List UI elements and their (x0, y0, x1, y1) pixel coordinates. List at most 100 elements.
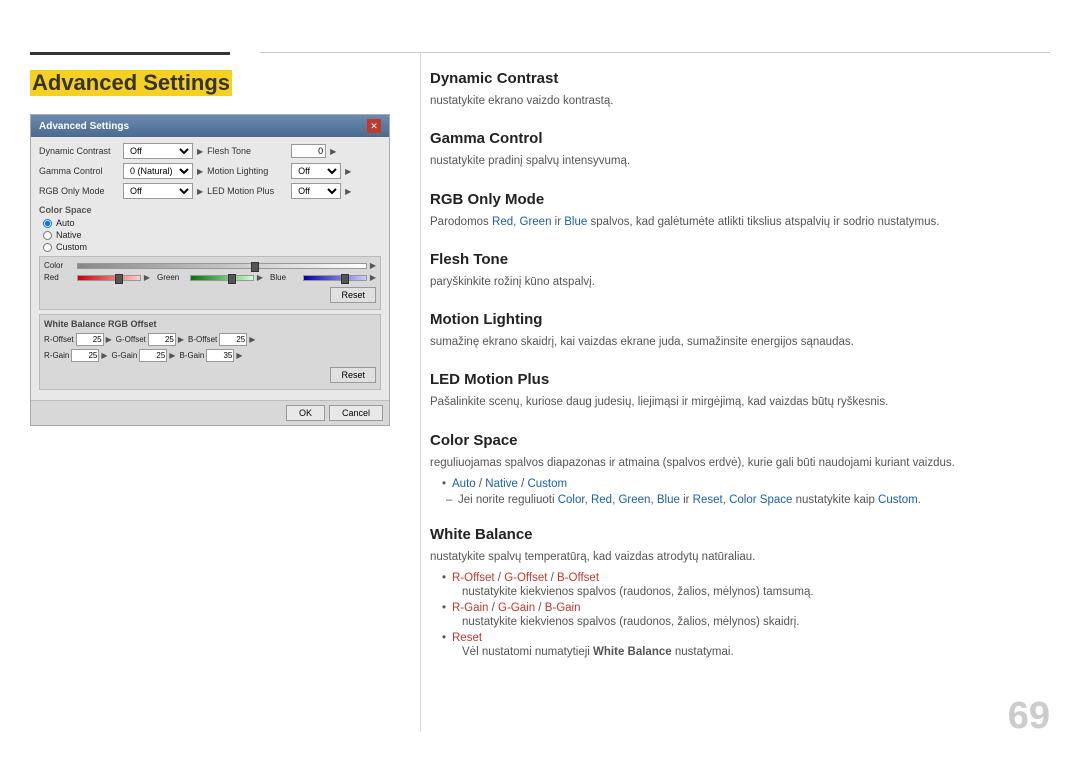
rgb-only-title: RGB Only Mode (430, 191, 1050, 208)
b-offset-label: B-Offset (188, 335, 217, 344)
blue-link2: Blue (657, 494, 680, 506)
rgb-only-label: RGB Only Mode (39, 186, 119, 196)
red-slider[interactable] (77, 275, 141, 281)
b-gain-input[interactable] (206, 349, 234, 362)
color-reset-button[interactable]: Reset (330, 287, 376, 303)
dynamic-contrast-label: Dynamic Contrast (39, 146, 119, 156)
radio-auto-label: Auto (56, 218, 75, 228)
color-space-dash: Jei norite reguliuoti Color, Red, Green,… (442, 494, 1050, 506)
top-line-left (30, 52, 230, 55)
page-title: Advanced Settings (30, 70, 232, 96)
g-gain-arrow: ▶ (169, 351, 175, 360)
gamma-arrow: ▶ (197, 167, 203, 176)
section-led-motion: LED Motion Plus Pašalinkite scenų, kurio… (430, 371, 1050, 411)
wb-offset-row: R-Offset ▶ G-Offset ▶ B-Offset ▶ (44, 333, 376, 346)
wb-reset-sub: Vėl nustatomi numatytieji White Balance … (462, 646, 1050, 658)
led-motion-select[interactable]: Off (291, 183, 341, 199)
color-slider-arrow: ▶ (370, 261, 376, 270)
page-number: 69 (1008, 695, 1050, 738)
wb-bullet-reset: Reset Vėl nustatomi numatytieji White Ba… (442, 632, 1050, 658)
cancel-button[interactable]: Cancel (329, 405, 383, 421)
color-space-radio-group: Auto Native Custom (43, 218, 381, 252)
section-dynamic-contrast: Dynamic Contrast nustatykite ekrano vaiz… (430, 70, 1050, 110)
gamma-select[interactable]: 0 (Natural) (123, 163, 193, 179)
rgb-sliders-row: Red ▶ Green ▶ Blue ▶ (44, 273, 376, 282)
color-sliders: Color ▶ Red ▶ Green ▶ (39, 256, 381, 310)
radio-custom-label: Custom (56, 242, 87, 252)
color-slider-row: Color ▶ (44, 261, 376, 270)
color-space-desc: reguliuojamas spalvos diapazonas ir atma… (430, 455, 1050, 472)
radio-native-label: Native (56, 230, 82, 240)
custom-link2: Custom (878, 494, 918, 506)
wb-bullet-offset: R-Offset / G-Offset / B-Offset nustatyki… (442, 572, 1050, 598)
r-gain-link: R-Gain (452, 602, 488, 614)
led-motion-title: LED Motion Plus (430, 371, 1050, 388)
color-link: Color (558, 494, 585, 506)
motion-lighting-select[interactable]: Off (291, 163, 341, 179)
section-motion-lighting: Motion Lighting sumažinę ekrano skaidrį,… (430, 311, 1050, 351)
blue-slider[interactable] (303, 275, 367, 281)
b-gain-link: B-Gain (545, 602, 581, 614)
left-panel: Advanced Settings Advanced Settings ✕ Dy… (30, 70, 420, 426)
auto-link: Auto (452, 478, 476, 490)
custom-link: Custom (527, 478, 567, 490)
flesh-tone-desc: paryškinkite rožinį kūno atspalvį. (430, 274, 1050, 291)
r-gain-field: R-Gain ▶ (44, 349, 108, 362)
g-gain-link: G-Gain (498, 602, 535, 614)
b-gain-label: B-Gain (179, 351, 204, 360)
blue-label: Blue (270, 273, 300, 282)
led-motion-label: LED Motion Plus (207, 186, 287, 196)
r-gain-label: R-Gain (44, 351, 69, 360)
arrow-icon: ▶ (197, 147, 203, 156)
flesh-tone-label: Flesh Tone (207, 146, 287, 156)
motion-lighting-desc: sumažinę ekrano skaidrį, kai vaizdas ekr… (430, 334, 1050, 351)
r-gain-input[interactable] (71, 349, 99, 362)
radio-custom-input[interactable] (43, 243, 52, 252)
g-offset-input[interactable] (148, 333, 176, 346)
radio-auto: Auto (43, 218, 381, 228)
b-offset-arrow: ▶ (249, 335, 255, 344)
motion-lighting-title: Motion Lighting (430, 311, 1050, 328)
section-rgb-only: RGB Only Mode Parodomos Red, Green ir Bl… (430, 191, 1050, 231)
flesh-tone-input[interactable] (291, 144, 326, 158)
red-link2: Red (591, 494, 612, 506)
r-offset-arrow: ▶ (106, 335, 112, 344)
rgb-only-select[interactable]: Off (123, 183, 193, 199)
dynamic-contrast-select[interactable]: Off (123, 143, 193, 159)
reset-link: Reset (693, 494, 723, 506)
radio-auto-input[interactable] (43, 219, 52, 228)
dialog-close-button[interactable]: ✕ (367, 119, 381, 133)
g-gain-input[interactable] (139, 349, 167, 362)
radio-custom: Custom (43, 242, 381, 252)
ok-button[interactable]: OK (286, 405, 325, 421)
wb-offset-sub: nustatykite kiekvienos spalvos (raudonos… (462, 586, 1050, 598)
dynamic-contrast-title: Dynamic Contrast (430, 70, 1050, 87)
color-space-section-header: Color Space (39, 205, 381, 215)
wb-reset-button[interactable]: Reset (330, 367, 376, 383)
section-flesh-tone: Flesh Tone paryškinkite rožinį kūno atsp… (430, 251, 1050, 291)
color-slider-track[interactable] (77, 263, 367, 269)
white-balance-bullets: R-Offset / G-Offset / B-Offset nustatyki… (442, 572, 1050, 658)
rgb-only-desc: Parodomos Red, Green ir Blue spalvos, ka… (430, 214, 1050, 231)
b-offset-field: B-Offset ▶ (188, 333, 255, 346)
color-space-bullets: Auto / Native / Custom Jei norite reguli… (442, 478, 1050, 506)
blue-thumb (341, 274, 349, 284)
green-link2: Green (618, 494, 650, 506)
dialog-row-gamma: Gamma Control 0 (Natural) ▶ Motion Light… (39, 163, 381, 179)
g-gain-field: G-Gain ▶ (112, 349, 176, 362)
g-offset-arrow: ▶ (178, 335, 184, 344)
b-offset-input[interactable] (219, 333, 247, 346)
r-gain-arrow: ▶ (101, 351, 107, 360)
r-offset-link: R-Offset (452, 572, 495, 584)
motion-lighting-label: Motion Lighting (207, 166, 287, 176)
white-balance-desc: nustatykite spalvų temperatūrą, kad vaiz… (430, 549, 1050, 566)
top-line-right (260, 52, 1050, 53)
green-slider[interactable] (190, 275, 254, 281)
r-offset-input[interactable] (76, 333, 104, 346)
motion-arrow: ▶ (345, 167, 351, 176)
b-gain-field: B-Gain ▶ (179, 349, 242, 362)
radio-native-input[interactable] (43, 231, 52, 240)
white-balance-bold: White Balance (593, 646, 672, 658)
wb-bullet-gain: R-Gain / G-Gain / B-Gain nustatykite kie… (442, 602, 1050, 628)
wb-title: White Balance RGB Offset (44, 319, 376, 329)
